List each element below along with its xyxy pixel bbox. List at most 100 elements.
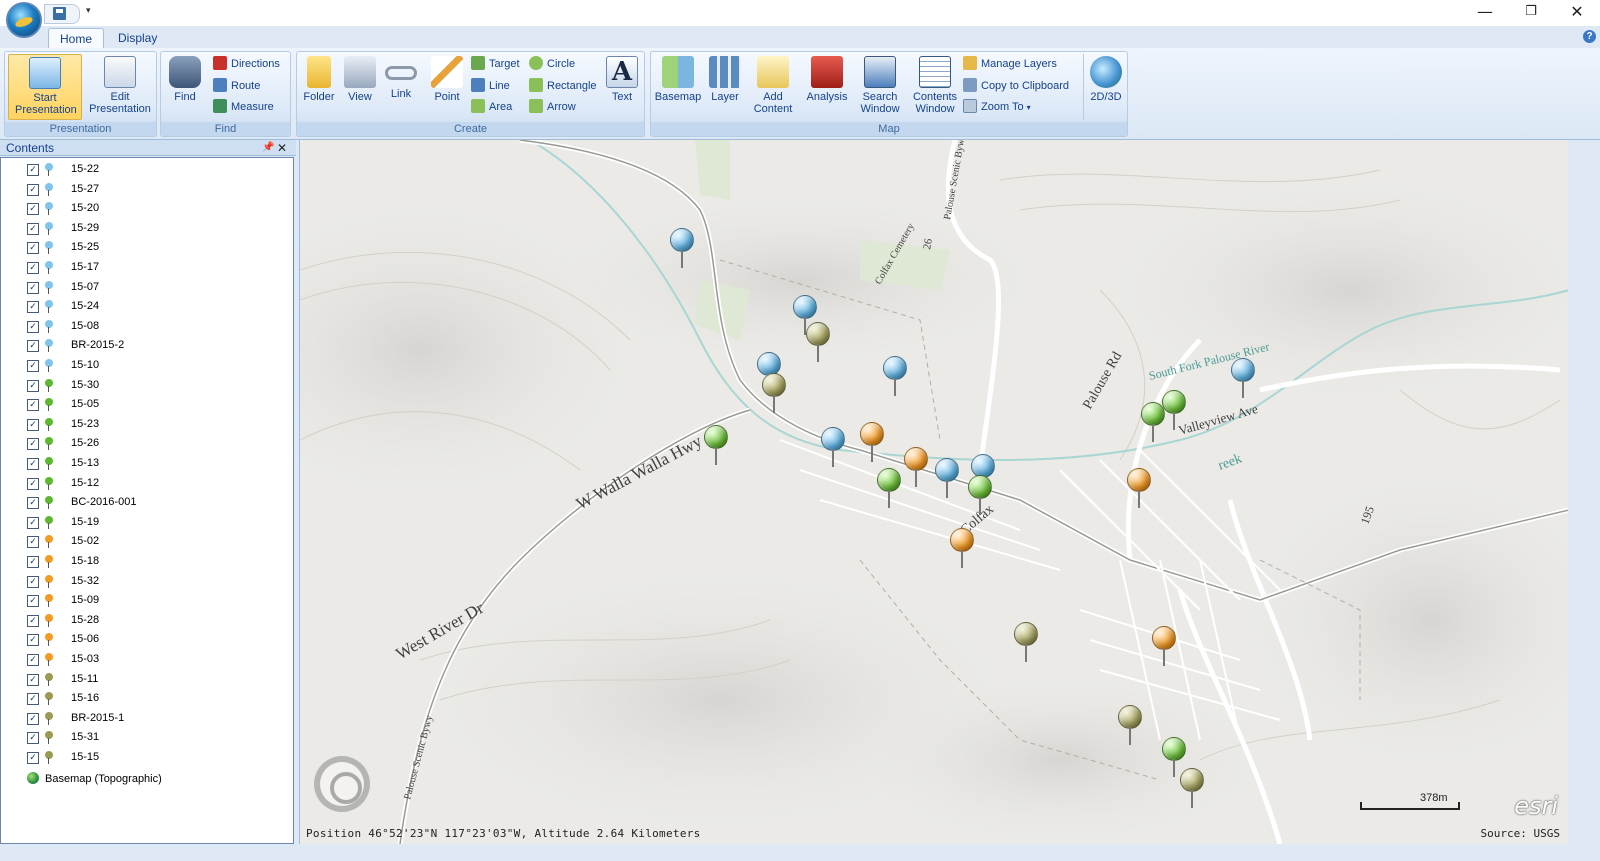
map-marker-green[interactable] [877,468,901,508]
layer-row[interactable]: ✓ 15-22 [27,160,287,180]
layer-row[interactable]: ✓ 15-32 [27,572,287,592]
layer-row[interactable]: ✓ BR-2015-1 [27,709,287,729]
layer-visibility-checkbox[interactable]: ✓ [27,379,39,392]
layer-visibility-checkbox[interactable]: ✓ [27,458,39,470]
layer-visibility-checkbox[interactable]: ✓ [27,203,39,216]
layer-visibility-checkbox[interactable]: ✓ [27,320,39,333]
target-button[interactable]: Target [471,54,520,74]
analysis-button[interactable]: Analysis [803,54,851,120]
close-panel-icon[interactable]: ✕ [277,140,287,156]
find-button[interactable]: Find [165,54,205,120]
layer-visibility-checkbox[interactable]: ✓ [27,654,39,666]
manage-layers-button[interactable]: Manage Layers [963,54,1057,74]
layer-visibility-checkbox[interactable]: ✓ [27,693,39,706]
layer-visibility-checkbox[interactable]: ✓ [27,222,39,235]
minimize-button[interactable]: — [1462,0,1508,26]
start-presentation-button[interactable]: Start Presentation [8,54,82,120]
search-window-button[interactable]: Search Window [855,54,905,120]
map-marker-olive[interactable] [762,373,786,413]
map-marker-orange[interactable] [1152,626,1176,666]
map-marker-green[interactable] [704,425,728,465]
layer-row[interactable]: ✓ 15-13 [27,454,287,474]
map-marker-olive[interactable] [1118,705,1142,745]
layer-visibility-checkbox[interactable]: ✓ [27,556,39,568]
layer-visibility-checkbox[interactable]: ✓ [27,262,39,274]
application-menu-button[interactable] [6,2,42,38]
point-button[interactable]: Point [427,54,467,120]
view-button[interactable]: View [341,54,379,120]
directions-button[interactable]: Directions [213,54,280,74]
maximize-button[interactable]: ❐ [1508,0,1554,26]
layer-row[interactable]: ✓ 15-25 [27,238,287,258]
map-marker-olive[interactable] [1014,622,1038,662]
line-button[interactable]: Line [471,76,510,96]
layer-visibility-checkbox[interactable]: ✓ [27,281,39,294]
tab-display[interactable]: Display [108,28,167,48]
layer-visibility-checkbox[interactable]: ✓ [27,497,39,510]
layer-row[interactable]: ✓ 15-02 [27,532,287,552]
circle-button[interactable]: Circle [529,54,575,74]
layer-visibility-checkbox[interactable]: ✓ [27,242,39,255]
tab-home[interactable]: Home [48,28,104,48]
layer-visibility-checkbox[interactable]: ✓ [27,340,39,353]
navigation-control[interactable] [314,756,370,812]
layer-row[interactable]: ✓ 15-28 [27,611,287,631]
layer-row[interactable]: ✓ 15-24 [27,297,287,317]
map-marker-blue[interactable] [935,458,959,498]
layer-row[interactable]: ✓ 15-19 [27,513,287,533]
layer-button[interactable]: Layer [705,54,745,120]
map-marker-blue[interactable] [883,356,907,396]
layer-row[interactable]: ✓ 15-06 [27,630,287,650]
map-marker-green[interactable] [968,475,992,515]
layer-row[interactable]: ✓ BC-2016-001 [27,493,287,513]
text-button[interactable]: A Text [603,54,641,120]
layer-visibility-checkbox[interactable]: ✓ [27,595,39,608]
layer-row[interactable]: ✓ 15-12 [27,474,287,494]
folder-button[interactable]: Folder [299,54,339,120]
layer-visibility-checkbox[interactable]: ✓ [27,438,39,451]
toggle-2d-3d-button[interactable]: 2D/3D [1087,54,1125,120]
copy-clipboard-button[interactable]: Copy to Clipboard [963,76,1069,96]
layer-row[interactable]: ✓ 15-11 [27,670,287,690]
route-button[interactable]: Route [213,76,260,96]
close-button[interactable]: ✕ [1554,0,1600,26]
layer-row[interactable]: ✓ BR-2015-2 [27,336,287,356]
rectangle-button[interactable]: Rectangle [529,76,597,96]
layer-row[interactable]: ✓ 15-18 [27,552,287,572]
measure-button[interactable]: Measure [213,97,274,117]
layer-visibility-checkbox[interactable]: ✓ [27,536,39,549]
map-marker-green[interactable] [1162,390,1186,430]
basemap-button[interactable]: Basemap [653,54,703,120]
area-button[interactable]: Area [471,97,512,117]
layer-visibility-checkbox[interactable]: ✓ [27,516,39,529]
map-marker-orange[interactable] [1127,468,1151,508]
layer-row[interactable]: ✓ 15-10 [27,356,287,376]
map-marker-orange[interactable] [950,528,974,568]
layer-row[interactable]: ✓ 15-23 [27,415,287,435]
map-view[interactable]: W Walla Walla Hwy West River Dr Palouse … [299,140,1568,844]
qat-dropdown-icon[interactable]: ▾ [86,5,91,16]
layer-row[interactable]: ✓ 15-08 [27,317,287,337]
layer-row[interactable]: ✓ 15-30 [27,376,287,396]
map-marker-blue[interactable] [821,427,845,467]
layer-row[interactable]: ✓ 15-29 [27,219,287,239]
layer-row[interactable]: ✓ 15-26 [27,434,287,454]
basemap-layer-row[interactable]: Basemap (Topographic) [27,770,162,788]
layer-visibility-checkbox[interactable]: ✓ [27,732,39,745]
layer-visibility-checkbox[interactable]: ✓ [27,301,39,314]
arrow-button[interactable]: Arrow [529,97,576,117]
layer-row[interactable]: ✓ 15-20 [27,199,287,219]
map-marker-blue[interactable] [1231,358,1255,398]
layer-row[interactable]: ✓ 15-07 [27,278,287,298]
map-marker-olive[interactable] [806,322,830,362]
contents-window-button[interactable]: Contents Window [909,54,961,120]
layer-visibility-checkbox[interactable]: ✓ [27,360,39,372]
layer-visibility-checkbox[interactable]: ✓ [27,673,39,686]
layer-row[interactable]: ✓ 15-27 [27,180,287,200]
help-icon[interactable]: ? [1583,30,1596,43]
map-marker-orange[interactable] [904,447,928,487]
layer-row[interactable]: ✓ 15-09 [27,591,287,611]
map-marker-blue[interactable] [670,228,694,268]
contents-panel[interactable]: Basemap (Topographic) ✓ 15-22 ✓ 15-27 ✓ 15-20… [0,157,294,844]
layer-row[interactable]: ✓ 15-03 [27,650,287,670]
